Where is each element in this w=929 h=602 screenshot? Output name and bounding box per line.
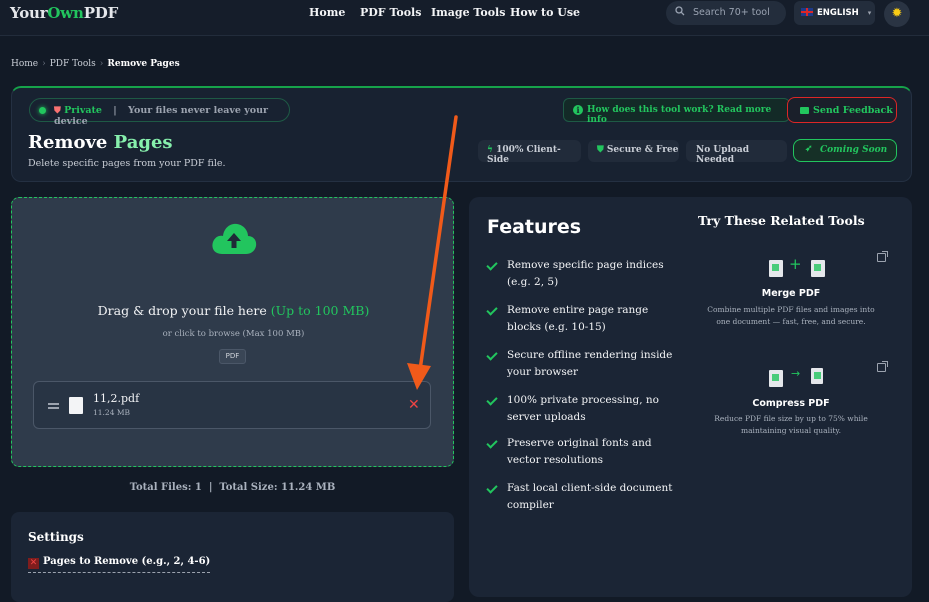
- top-navbar: YourOwnPDF Home PDF Tools Image Tools Ho…: [0, 0, 929, 36]
- browse-hint[interactable]: or click to browse (Max 100 MB): [12, 329, 455, 339]
- cloud-upload-icon: [212, 223, 257, 254]
- logo-text-own: Own: [47, 4, 84, 22]
- merge-pdf-name: Merge PDF: [761, 288, 821, 299]
- pdf-file-icon: [769, 370, 783, 387]
- coming-soon-label: Coming Soon: [820, 145, 888, 155]
- pdf-file-icon: [769, 260, 783, 277]
- info-icon: i: [573, 105, 583, 115]
- chevron-down-icon: ▾: [867, 9, 872, 17]
- arrow-right-icon: →: [791, 367, 801, 380]
- feature-item: Fast local client-side document compiler: [486, 480, 682, 514]
- feature-item: 100% private processing, no server uploa…: [486, 392, 682, 426]
- language-label: ENGLISH: [817, 8, 859, 18]
- settings-panel: Settings ✕ Pages to Remove (e.g., 2, 4-6): [11, 512, 454, 602]
- settings-title: Settings: [28, 530, 84, 544]
- pages-to-remove-text: Pages to Remove (e.g., 2, 4-6): [43, 556, 211, 567]
- search-placeholder: Search 70+ tool: [693, 7, 770, 18]
- file-type-badge: PDF: [219, 349, 246, 364]
- compress-pdf-name: Compress PDF: [752, 398, 830, 409]
- drag-handle-icon[interactable]: [48, 403, 59, 405]
- secure-free-chip: ⛊ Secure & Free: [588, 140, 679, 162]
- coming-soon-button[interactable]: ➶ Coming Soon: [793, 139, 897, 162]
- file-drop-zone[interactable]: Drag & drop your file here (Up to 100 MB…: [11, 197, 454, 467]
- feature-text: Secure offline rendering inside your bro…: [507, 349, 673, 378]
- shield-icon: ⛊: [597, 145, 604, 155]
- logo-text-pdf: PDF: [83, 4, 119, 22]
- file-size: 11.24 MB: [93, 408, 131, 417]
- drop-instructions: Drag & drop your file here (Up to 100 MB…: [12, 303, 455, 318]
- send-feedback-button[interactable]: Send Feedback: [787, 97, 897, 123]
- page-title: Remove Pages: [28, 132, 173, 153]
- uk-flag-icon: [801, 8, 813, 16]
- privacy-badge: ⛊ Private | Your files never leave your …: [29, 98, 290, 127]
- breadcrumb-home[interactable]: Home: [11, 59, 38, 69]
- search-icon: [675, 6, 685, 16]
- status-dot: [39, 107, 46, 114]
- external-link-icon[interactable]: [877, 251, 888, 262]
- breadcrumb-current: Remove Pages: [107, 59, 180, 69]
- chevron-right-icon: ›: [42, 59, 46, 69]
- nav-how-to-use[interactable]: How to Use: [510, 6, 580, 19]
- how-it-works-label: How does this tool work? Read more info: [587, 105, 772, 125]
- feature-text: Fast local client-side document compiler: [507, 482, 673, 511]
- related-tool-compress-pdf[interactable]: → Compress PDF Reduce PDF file size by u…: [701, 361, 888, 442]
- chat-icon: [800, 107, 809, 114]
- bolt-icon: ϟ: [487, 145, 493, 155]
- client-side-chip: ϟ 100% Client-Side: [478, 140, 581, 165]
- chevron-right-icon: ›: [99, 59, 104, 69]
- title-part-remove: Remove: [28, 132, 114, 153]
- remove-file-button[interactable]: ✕: [408, 397, 420, 413]
- secure-free-label: Secure & Free: [606, 145, 679, 155]
- private-label: Private: [64, 105, 102, 116]
- feature-text: Preserve original fonts and vector resol…: [507, 437, 652, 466]
- features-title: Features: [487, 216, 582, 238]
- logo-text-your: Your: [10, 4, 48, 22]
- search-input[interactable]: Search 70+ tool: [666, 1, 786, 25]
- no-upload-label: No Upload Needed: [696, 145, 750, 165]
- feature-text: 100% private processing, no server uploa…: [507, 394, 659, 423]
- language-selector[interactable]: ENGLISH ▾: [794, 1, 875, 25]
- drop-size-limit: (Up to 100 MB): [270, 303, 370, 318]
- theme-toggle-button[interactable]: ✹: [884, 1, 910, 27]
- compressed-file-icon: [811, 368, 823, 384]
- feature-text: Remove specific page indices (e.g. 2, 5): [507, 259, 664, 288]
- rocket-icon: ➶: [805, 144, 813, 154]
- client-side-label: 100% Client-Side: [487, 145, 561, 165]
- plus-icon: +: [789, 255, 802, 273]
- merge-pdf-description: Combine multiple PDF files and images in…: [707, 305, 875, 326]
- sun-icon: ✹: [891, 6, 903, 21]
- nav-home[interactable]: Home: [309, 6, 345, 19]
- file-name: 11,2.pdf: [93, 392, 140, 405]
- drop-main-text: Drag & drop your file here: [97, 303, 271, 318]
- feature-item: Remove entire page range blocks (e.g. 10…: [486, 302, 682, 336]
- pages-to-remove-label[interactable]: ✕ Pages to Remove (e.g., 2, 4-6): [28, 556, 211, 573]
- how-it-works-link[interactable]: i How does this tool work? Read more inf…: [563, 98, 790, 125]
- breadcrumb-pdf-tools[interactable]: PDF Tools: [50, 59, 96, 69]
- close-icon: ✕: [28, 558, 39, 569]
- shield-icon: ⛊: [54, 106, 61, 116]
- nav-pdf-tools[interactable]: PDF Tools: [360, 6, 421, 19]
- tool-header-banner: ⛊ Private | Your files never leave your …: [11, 86, 912, 182]
- external-link-icon[interactable]: [877, 361, 888, 372]
- file-totals: Total Files: 1 | Total Size: 11.24 MB: [129, 482, 336, 493]
- feature-item: Preserve original fonts and vector resol…: [486, 435, 682, 469]
- related-tool-merge-pdf[interactable]: + Merge PDF Combine multiple PDF files a…: [701, 251, 888, 332]
- compress-pdf-description: Reduce PDF file size by up to 75% while …: [714, 414, 868, 435]
- feature-item: Remove specific page indices (e.g. 2, 5): [486, 257, 682, 291]
- private-separator: |: [113, 105, 117, 116]
- related-tools-title: Try These Related Tools: [698, 213, 865, 228]
- page-subtitle: Delete specific pages from your PDF file…: [28, 158, 226, 169]
- site-logo[interactable]: YourOwnPDF: [10, 4, 118, 22]
- send-feedback-label: Send Feedback: [813, 105, 893, 116]
- feature-item: Secure offline rendering inside your bro…: [486, 347, 682, 381]
- nav-image-tools[interactable]: Image Tools: [431, 6, 505, 19]
- title-part-pages: Pages: [113, 132, 173, 153]
- file-list-item[interactable]: 11,2.pdf 11.24 MB ✕: [33, 381, 431, 429]
- no-upload-chip: No Upload Needed: [686, 140, 787, 165]
- file-thumbnail-icon: [69, 397, 83, 414]
- features-card: Features Remove specific page indices (e…: [469, 197, 912, 597]
- feature-text: Remove entire page range blocks (e.g. 10…: [507, 304, 649, 333]
- breadcrumb: Home › PDF Tools › Remove Pages: [11, 59, 180, 69]
- pdf-file-icon: [811, 260, 825, 277]
